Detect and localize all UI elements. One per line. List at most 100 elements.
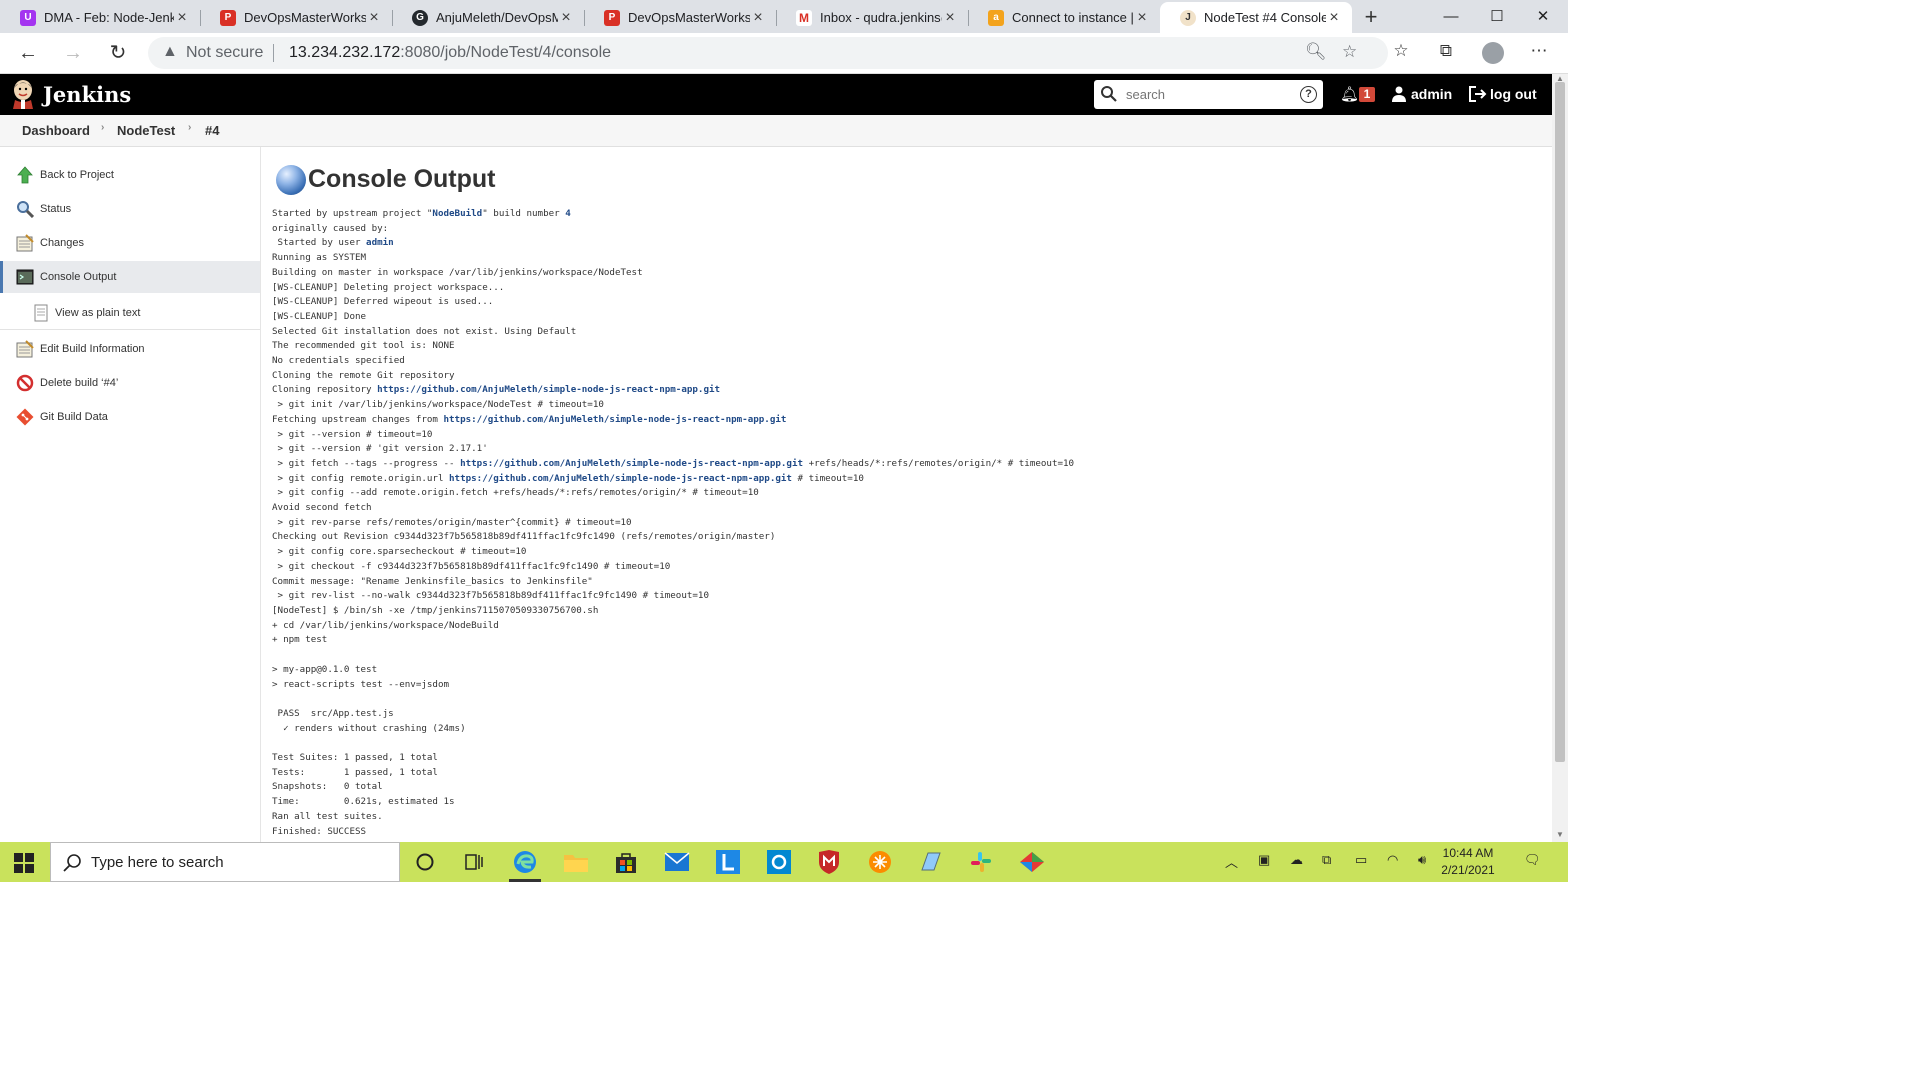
cortana-icon[interactable] bbox=[405, 846, 445, 878]
collections-icon[interactable]: ⧉ bbox=[1433, 41, 1459, 65]
slack-icon[interactable] bbox=[961, 846, 1001, 878]
bell-icon[interactable]: 🔔︎ bbox=[1340, 85, 1359, 103]
minimize-icon[interactable]: — bbox=[1428, 0, 1474, 33]
security-label[interactable]: Not secure bbox=[186, 44, 263, 62]
task-status[interactable]: Status bbox=[0, 193, 260, 225]
scroll-thumb[interactable] bbox=[1555, 82, 1565, 762]
reload-icon[interactable]: ↻ bbox=[105, 40, 131, 66]
display-icon[interactable]: ⧉ bbox=[1322, 852, 1331, 868]
user-link[interactable]: admin bbox=[1411, 86, 1452, 102]
volume-icon[interactable]: 🔊︎ bbox=[1418, 852, 1426, 868]
task-back-to-project[interactable]: Back to Project bbox=[0, 159, 260, 191]
tab-close-icon[interactable]: × bbox=[174, 9, 190, 26]
tab-close-icon[interactable]: × bbox=[1326, 9, 1342, 26]
taskbar-search-placeholder[interactable]: Type here to search bbox=[91, 854, 224, 871]
tab-close-icon[interactable]: × bbox=[1134, 9, 1150, 26]
user-icon[interactable] bbox=[1392, 86, 1406, 102]
breadcrumb-nodetest[interactable]: NodeTest bbox=[117, 123, 175, 138]
back-icon[interactable]: ← bbox=[15, 40, 41, 66]
file-explorer-icon[interactable] bbox=[556, 846, 596, 878]
chevron-up-icon[interactable]: ︿ bbox=[1225, 852, 1238, 871]
store-icon[interactable] bbox=[606, 846, 646, 878]
orange-app-icon[interactable] bbox=[860, 846, 900, 878]
tab-close-icon[interactable]: × bbox=[942, 9, 958, 26]
jenkins-search-box[interactable]: ? bbox=[1094, 80, 1323, 109]
wifi-icon[interactable]: ◠ bbox=[1387, 852, 1398, 868]
new-tab-button[interactable]: + bbox=[1358, 4, 1384, 30]
console-link[interactable]: https://github.com/AnjuMeleth/simple-nod… bbox=[449, 473, 792, 484]
colorful-app-icon[interactable] bbox=[1012, 846, 1052, 878]
launcher-l-icon[interactable] bbox=[708, 846, 748, 878]
window-close-icon[interactable]: ✕ bbox=[1520, 0, 1566, 33]
browser-tab-5[interactable]: M Inbox - qudra.jenkins@ × bbox=[776, 2, 969, 33]
tab-close-icon[interactable]: × bbox=[558, 9, 574, 26]
task-git-build-data[interactable]: Git Build Data bbox=[0, 401, 260, 433]
browser-tab-4[interactable]: P DevOpsMasterWorkshop × bbox=[584, 2, 777, 33]
console-link[interactable]: https://github.com/AnjuMeleth/simple-nod… bbox=[377, 384, 720, 395]
taskbar-search-box[interactable]: Type here to search bbox=[50, 842, 400, 882]
console-link[interactable]: https://github.com/AnjuMeleth/simple-nod… bbox=[443, 414, 786, 425]
forward-icon[interactable]: → bbox=[60, 40, 86, 66]
task-view-plain-text[interactable]: View as plain text bbox=[0, 297, 260, 329]
jenkins-logo-icon[interactable] bbox=[10, 79, 36, 109]
browser-tab-3[interactable]: G AnjuMeleth/DevOpsMaster × bbox=[392, 2, 585, 33]
mail-icon[interactable] bbox=[657, 846, 697, 878]
zoom-icon[interactable]: 🔍︎ bbox=[1305, 42, 1327, 62]
search-input[interactable] bbox=[1124, 86, 1288, 103]
document-icon bbox=[34, 304, 48, 322]
console-line: Selected Git installation does not exist… bbox=[272, 325, 577, 337]
blue-app-icon[interactable] bbox=[759, 846, 799, 878]
clock-time: 10:44 AM bbox=[1442, 846, 1494, 860]
jenkins-brand[interactable]: Jenkins bbox=[43, 82, 131, 107]
system-clock[interactable]: 10:44 AM 2/21/2021 bbox=[1440, 845, 1496, 879]
meet-now-icon[interactable]: ▣ bbox=[1258, 852, 1270, 868]
edge-icon[interactable] bbox=[505, 846, 545, 882]
help-icon[interactable]: ? bbox=[1300, 86, 1317, 103]
page-scrollbar[interactable]: ▲ ▼ bbox=[1552, 74, 1568, 842]
add-favorite-icon[interactable]: ☆ bbox=[1342, 42, 1357, 62]
url-text[interactable]: 13.234.232.172:8080/job/NodeTest/4/conso… bbox=[289, 44, 611, 62]
search-icon bbox=[63, 854, 81, 872]
browser-tab-1[interactable]: U DMA - Feb: Node-Jenkins × bbox=[0, 2, 201, 33]
scroll-down-icon[interactable]: ▼ bbox=[1556, 830, 1564, 839]
windows-start-icon[interactable] bbox=[14, 853, 34, 873]
clock-date: 2/21/2021 bbox=[1441, 863, 1495, 877]
task-delete-build[interactable]: Delete build ‘#4’ bbox=[0, 367, 260, 399]
magnifier-icon bbox=[17, 201, 34, 218]
logout-link[interactable]: log out bbox=[1490, 86, 1537, 102]
browser-tab-6[interactable]: a Connect to instance | EC2 × bbox=[968, 2, 1160, 33]
maximize-icon[interactable]: ☐ bbox=[1474, 0, 1520, 33]
task-edit-build-information[interactable]: Edit Build Information bbox=[0, 333, 260, 365]
onedrive-icon[interactable]: ☁ bbox=[1290, 852, 1303, 868]
tab-close-icon[interactable]: × bbox=[366, 9, 382, 26]
console-link[interactable]: admin bbox=[366, 237, 394, 248]
warning-icon[interactable]: ▲ bbox=[162, 43, 178, 61]
notifications-icon[interactable]: 🗨︎ bbox=[1524, 852, 1541, 868]
console-link[interactable]: https://github.com/AnjuMeleth/simple-nod… bbox=[460, 458, 803, 469]
windows-taskbar: Type here to search ︿ ▣ ☁ ⧉ ▭ ◠ 🔊︎ 10:44… bbox=[0, 842, 1568, 882]
browser-tab-2[interactable]: P DevOpsMasterWorkshop × bbox=[200, 2, 393, 33]
browser-tab-7-active[interactable]: J NodeTest #4 Console [Jenkins] × bbox=[1160, 2, 1352, 33]
task-changes[interactable]: Changes bbox=[0, 227, 260, 259]
console-line: Started by user admin bbox=[272, 237, 394, 249]
logout-icon[interactable] bbox=[1469, 86, 1487, 102]
favorites-icon[interactable]: ☆ bbox=[1388, 41, 1414, 65]
mcafee-icon[interactable] bbox=[809, 846, 849, 878]
console-output: Started by upstream project "NodeBuild" … bbox=[272, 207, 1074, 839]
search-icon bbox=[1101, 86, 1117, 102]
console-line: > git checkout -f c9344d323f7b565818b89d… bbox=[272, 560, 671, 572]
battery-icon[interactable]: ▭ bbox=[1355, 852, 1367, 868]
notes-icon[interactable] bbox=[911, 846, 951, 878]
address-bar[interactable]: ▲ Not secure 13.234.232.172:8080/job/Nod… bbox=[148, 37, 1388, 69]
task-console-output[interactable]: Console Output bbox=[0, 261, 260, 293]
more-menu-icon[interactable]: ⋯ bbox=[1526, 41, 1552, 65]
breadcrumb-dashboard[interactable]: Dashboard bbox=[22, 123, 90, 138]
task-view-icon[interactable] bbox=[454, 846, 494, 878]
console-link[interactable]: NodeBuild bbox=[432, 208, 482, 219]
profile-avatar[interactable] bbox=[1482, 42, 1504, 64]
breadcrumb-build[interactable]: #4 bbox=[205, 123, 219, 138]
tab-close-icon[interactable]: × bbox=[750, 9, 766, 26]
address-divider bbox=[273, 44, 274, 62]
console-link[interactable]: 4 bbox=[565, 208, 571, 219]
notification-badge[interactable]: 1 bbox=[1359, 87, 1375, 102]
